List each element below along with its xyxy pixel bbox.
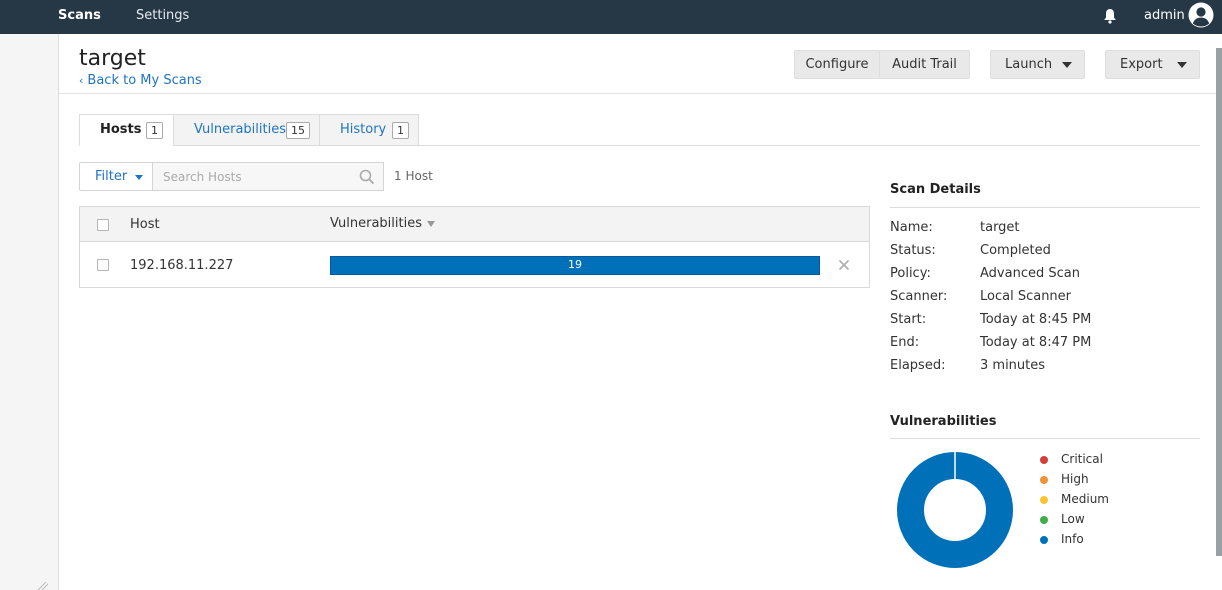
- detail-value: Local Scanner: [980, 289, 1072, 304]
- legend-item-info[interactable]: Info: [1040, 532, 1160, 548]
- detail-key: Scanner:: [890, 289, 948, 304]
- legend-label: Info: [1061, 532, 1084, 546]
- resize-handle-icon[interactable]: [36, 582, 48, 590]
- tab-history-label: History: [340, 122, 387, 137]
- page-title: target: [79, 46, 146, 71]
- legend-label: Medium: [1061, 492, 1109, 506]
- user-avatar-icon[interactable]: [1188, 2, 1214, 28]
- legend-label: Critical: [1061, 452, 1103, 466]
- search-hosts-box: [152, 162, 384, 191]
- tab-hosts-count-badge: 1: [146, 122, 163, 139]
- medium-dot-icon: [1040, 496, 1048, 504]
- launch-button-label: Launch: [1005, 57, 1053, 72]
- nav-scans[interactable]: Scans: [58, 0, 101, 34]
- detail-value: Completed: [980, 243, 1051, 258]
- page-scrollbar[interactable]: [1216, 48, 1222, 556]
- filter-dropdown-button[interactable]: Filter: [79, 162, 153, 191]
- legend-item-medium[interactable]: Medium: [1040, 492, 1160, 508]
- detail-value: 3 minutes: [980, 358, 1046, 373]
- table-header: Host Vulnerabilities: [80, 207, 869, 242]
- configure-button[interactable]: Configure: [794, 50, 880, 79]
- vulnerabilities-heading: Vulnerabilities: [890, 414, 997, 429]
- detail-value: Advanced Scan: [980, 266, 1080, 281]
- legend-item-low[interactable]: Low: [1040, 512, 1160, 528]
- low-dot-icon: [1040, 516, 1048, 524]
- chevron-down-icon: [1177, 62, 1187, 68]
- row-checkbox[interactable]: [97, 259, 109, 271]
- search-hosts-input[interactable]: [153, 163, 353, 190]
- legend-item-critical[interactable]: Critical: [1040, 452, 1160, 468]
- user-menu[interactable]: admin: [1144, 0, 1185, 31]
- vulnerabilities-divider: [890, 438, 1200, 439]
- launch-button[interactable]: Launch: [990, 50, 1085, 79]
- scan-details-divider: [890, 207, 1200, 208]
- column-header-host[interactable]: Host: [130, 217, 160, 232]
- vulnerabilities-donut-chart[interactable]: [896, 451, 1014, 569]
- export-button-label: Export: [1120, 57, 1163, 72]
- detail-key: Status:: [890, 243, 936, 258]
- legend-label: Low: [1061, 512, 1085, 526]
- critical-dot-icon: [1040, 456, 1048, 464]
- top-navigation-bar: Scans Settings admin: [0, 0, 1222, 34]
- host-result-count: 1 Host: [394, 169, 433, 183]
- detail-key: Name:: [890, 220, 933, 235]
- back-to-my-scans-link[interactable]: ‹ Back to My Scans: [79, 73, 202, 88]
- tab-hosts-label: Hosts: [100, 122, 142, 137]
- sort-down-icon: [426, 220, 435, 227]
- detail-key: End:: [890, 335, 920, 350]
- column-header-vulnerabilities-label: Vulnerabilities: [330, 216, 422, 231]
- info-dot-icon: [1040, 536, 1048, 544]
- tab-vulnerabilities[interactable]: Vulnerabilities 15: [173, 114, 320, 146]
- tab-vulnerabilities-count-badge: 15: [286, 122, 310, 139]
- tab-hosts[interactable]: Hosts 1: [79, 114, 174, 146]
- detail-value: target: [980, 220, 1020, 235]
- chevron-down-icon: [135, 175, 143, 180]
- legend-label: High: [1061, 472, 1089, 486]
- search-icon[interactable]: [359, 169, 375, 185]
- detail-key: Start:: [890, 312, 927, 327]
- detail-key: Policy:: [890, 266, 931, 281]
- vulnerability-severity-bar[interactable]: 19: [330, 256, 820, 275]
- tab-history-count-badge: 1: [392, 122, 409, 139]
- header-divider: [59, 93, 1216, 94]
- detail-value: Today at 8:47 PM: [980, 335, 1092, 350]
- legend-item-high[interactable]: High: [1040, 472, 1160, 488]
- audit-trail-button[interactable]: Audit Trail: [879, 50, 970, 79]
- tab-history[interactable]: History 1: [319, 114, 419, 146]
- select-all-checkbox[interactable]: [97, 219, 109, 231]
- close-icon[interactable]: [837, 258, 851, 272]
- table-row[interactable]: 192.168.11.227 19: [80, 243, 869, 287]
- filter-button-label: Filter: [95, 169, 128, 184]
- tab-vulnerabilities-label: Vulnerabilities: [194, 122, 286, 137]
- back-link-label: Back to My Scans: [87, 73, 202, 88]
- column-header-vulnerabilities[interactable]: Vulnerabilities: [330, 216, 435, 231]
- export-button[interactable]: Export: [1105, 50, 1200, 79]
- host-ip[interactable]: 192.168.11.227: [130, 258, 233, 273]
- bell-icon[interactable]: [1103, 8, 1117, 24]
- hosts-table: Host Vulnerabilities 192.168.11.227 19: [79, 206, 870, 288]
- vulnerability-count: 19: [568, 258, 582, 271]
- detail-value: Today at 8:45 PM: [980, 312, 1092, 327]
- nav-settings[interactable]: Settings: [136, 0, 189, 34]
- scan-details-heading: Scan Details: [890, 182, 981, 197]
- high-dot-icon: [1040, 476, 1048, 484]
- chevron-down-icon: [1062, 62, 1072, 68]
- chevron-left-icon: ‹: [79, 74, 84, 87]
- left-side-panel: [0, 34, 59, 590]
- detail-key: Elapsed:: [890, 358, 946, 373]
